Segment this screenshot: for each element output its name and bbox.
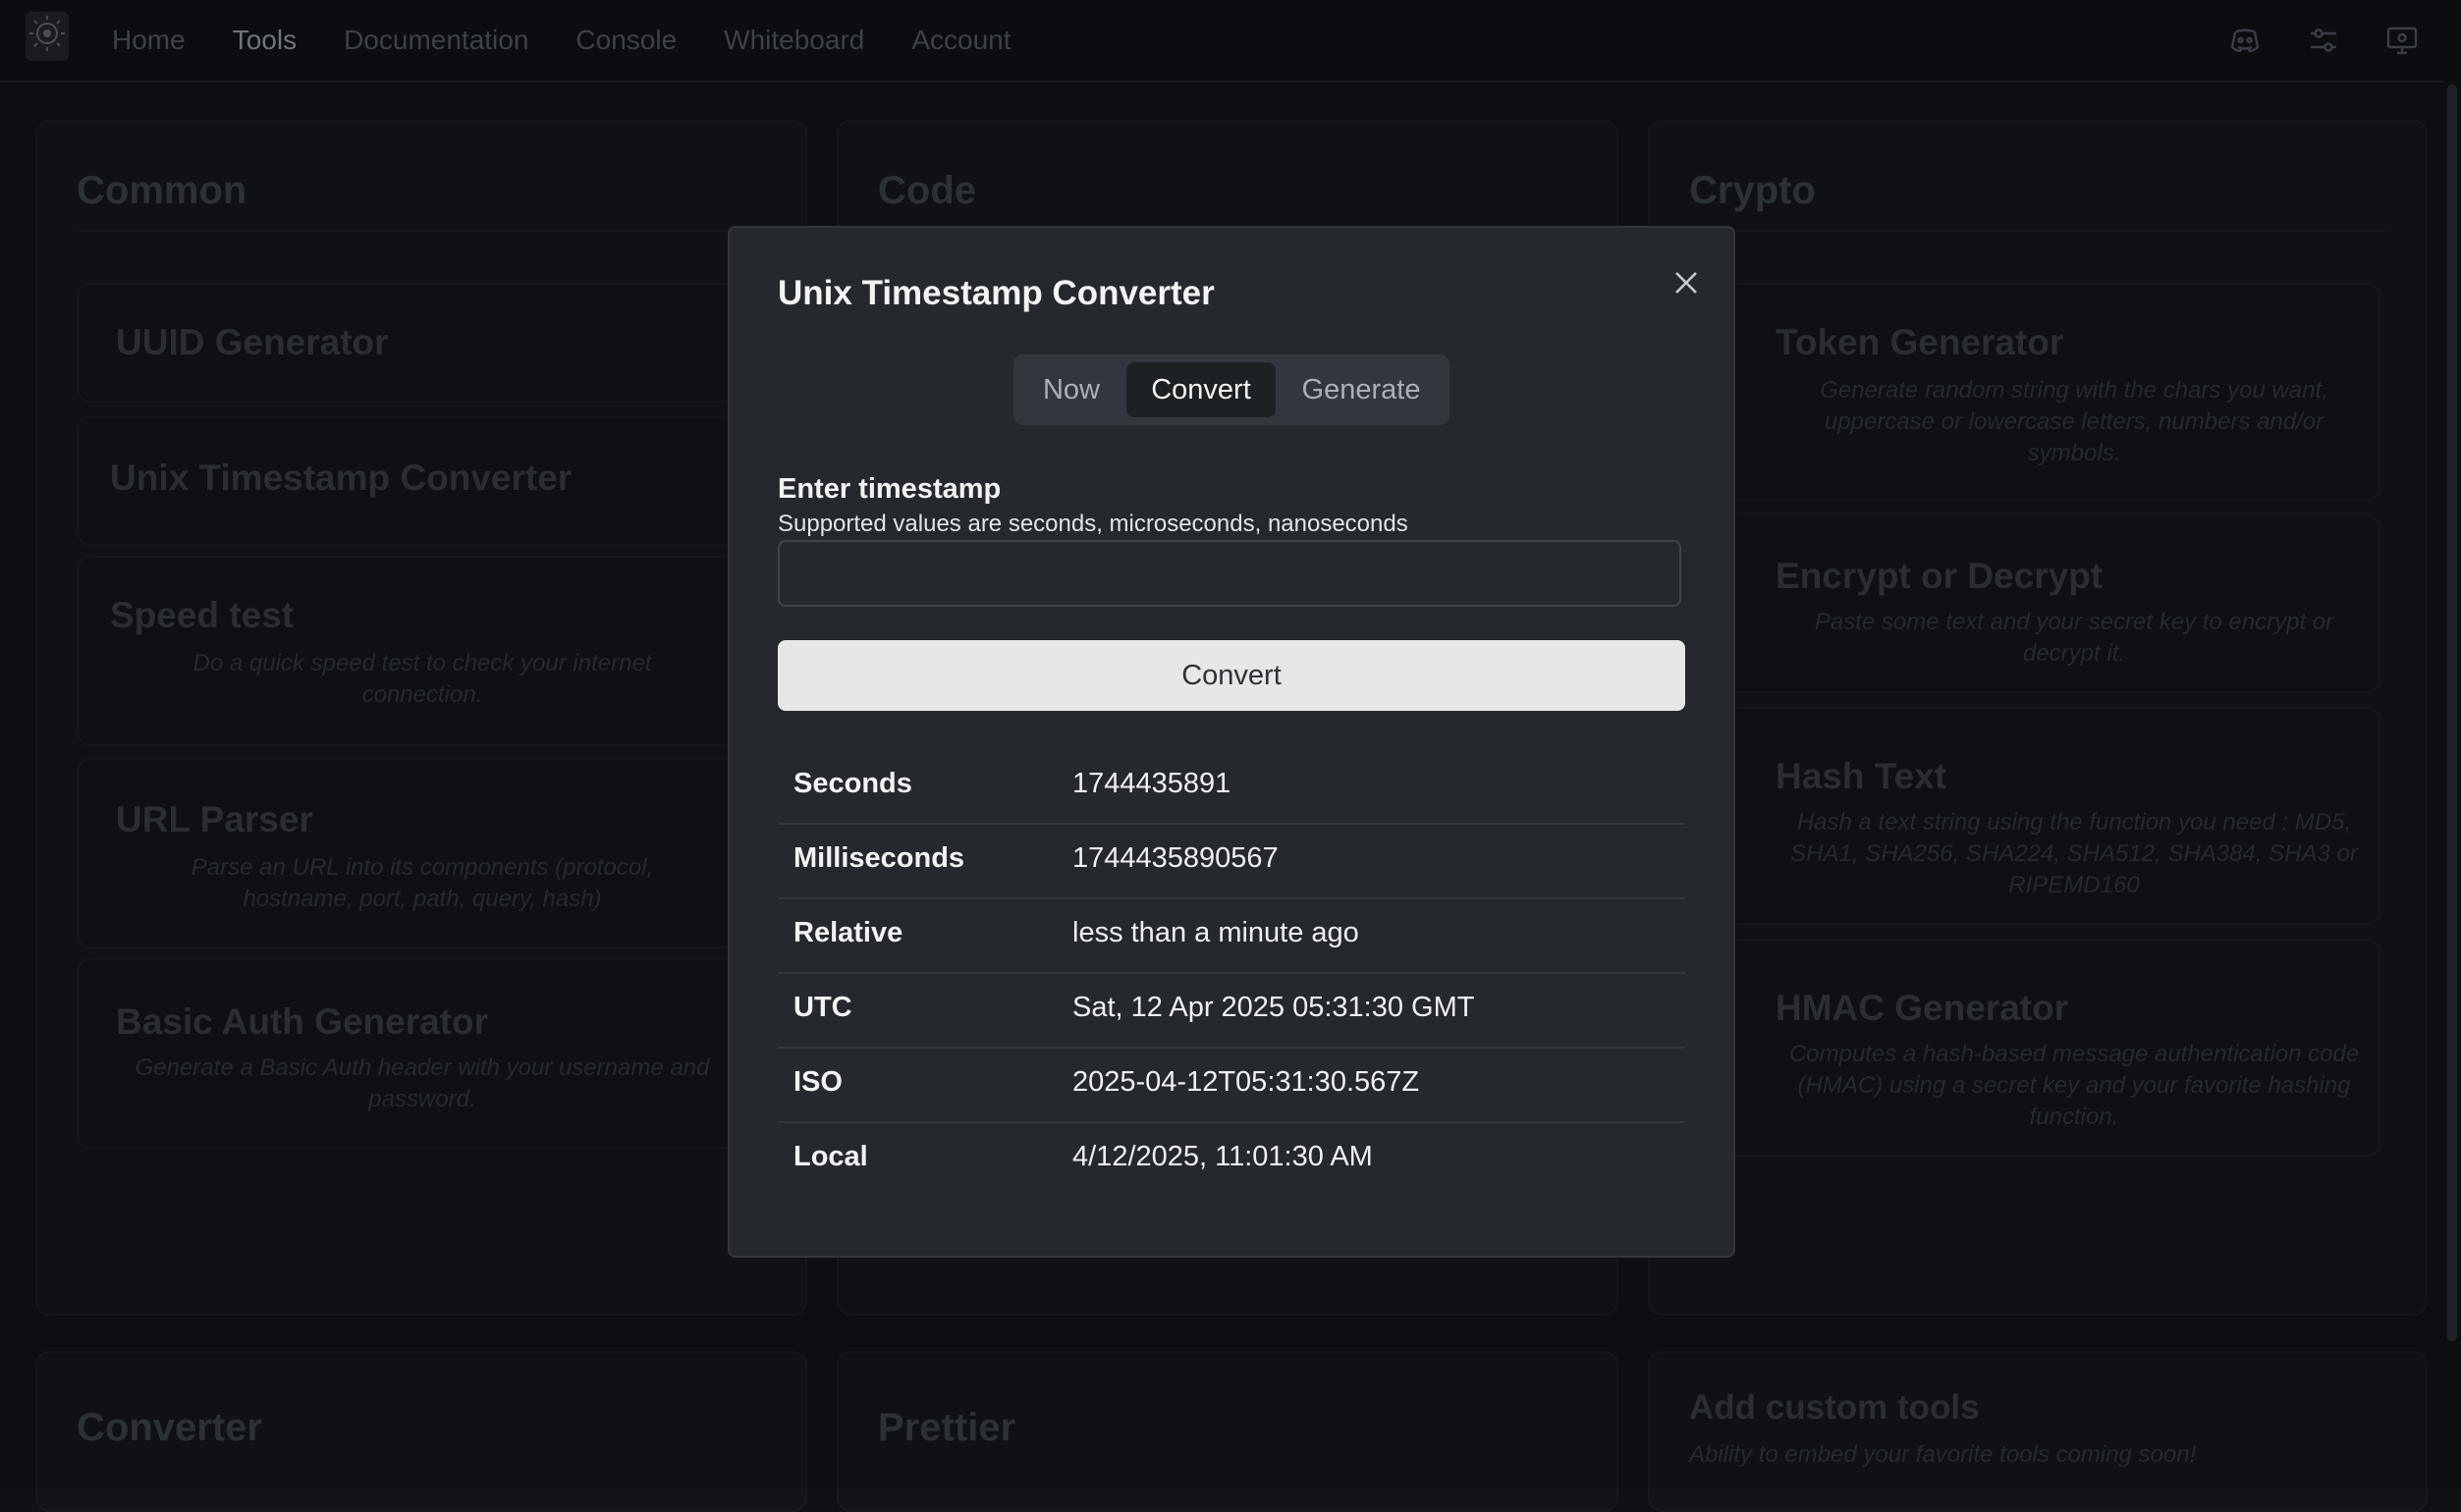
result-row-seconds: Seconds 1744435891	[778, 750, 1685, 825]
tab-generate[interactable]: Generate	[1286, 362, 1436, 417]
timestamp-input-help: Supported values are seconds, microsecon…	[778, 511, 1408, 537]
result-value: 4/12/2025, 11:01:30 AM	[1072, 1141, 1373, 1172]
tab-convert[interactable]: Convert	[1126, 362, 1276, 417]
results-table: Seconds 1744435891 Milliseconds 17444358…	[778, 750, 1685, 1196]
nav-home[interactable]: Home	[112, 25, 186, 56]
nav-tools[interactable]: Tools	[233, 25, 297, 56]
result-value: less than a minute ago	[1072, 917, 1359, 948]
nav-console[interactable]: Console	[575, 25, 677, 56]
discord-icon[interactable]	[2225, 21, 2265, 60]
sliders-icon[interactable]	[2304, 21, 2343, 60]
result-key: UTC	[793, 992, 852, 1023]
timestamp-input-label: Enter timestamp	[778, 473, 1002, 505]
result-row-milliseconds: Milliseconds 1744435890567	[778, 825, 1685, 899]
nav-account[interactable]: Account	[911, 25, 1011, 56]
timestamp-converter-modal: Unix Timestamp Converter Now Convert Gen…	[728, 226, 1735, 1258]
close-icon	[1675, 272, 1697, 294]
nav-documentation[interactable]: Documentation	[344, 25, 528, 56]
result-value: Sat, 12 Apr 2025 05:31:30 GMT	[1072, 992, 1475, 1023]
modal-title: Unix Timestamp Converter	[778, 274, 1215, 312]
nav-whiteboard[interactable]: Whiteboard	[724, 25, 864, 56]
result-key: ISO	[793, 1066, 843, 1098]
tab-now[interactable]: Now	[1029, 362, 1114, 417]
mode-tabs: Now Convert Generate	[1013, 354, 1449, 425]
convert-button[interactable]: Convert	[778, 640, 1685, 711]
logo-icon[interactable]	[26, 12, 69, 61]
result-value: 1744435890567	[1072, 842, 1279, 874]
result-value: 2025-04-12T05:31:30.567Z	[1072, 1066, 1420, 1098]
result-value: 1744435891	[1072, 768, 1231, 799]
timestamp-input[interactable]	[778, 540, 1681, 607]
result-row-relative: Relative less than a minute ago	[778, 899, 1685, 974]
result-key: Local	[793, 1141, 868, 1172]
result-key: Relative	[793, 917, 903, 948]
result-key: Seconds	[793, 768, 912, 799]
top-icon-group	[2225, 0, 2461, 81]
display-settings-icon[interactable]	[2382, 21, 2422, 60]
result-row-utc: UTC Sat, 12 Apr 2025 05:31:30 GMT	[778, 974, 1685, 1049]
result-key: Milliseconds	[793, 842, 965, 874]
result-row-iso: ISO 2025-04-12T05:31:30.567Z	[778, 1049, 1685, 1123]
close-button[interactable]	[1667, 263, 1706, 302]
top-navbar: Home Tools Documentation Console Whitebo…	[0, 0, 2461, 82]
result-row-local: Local 4/12/2025, 11:01:30 AM	[778, 1123, 1685, 1196]
main-nav: Home Tools Documentation Console Whitebo…	[112, 0, 1059, 81]
